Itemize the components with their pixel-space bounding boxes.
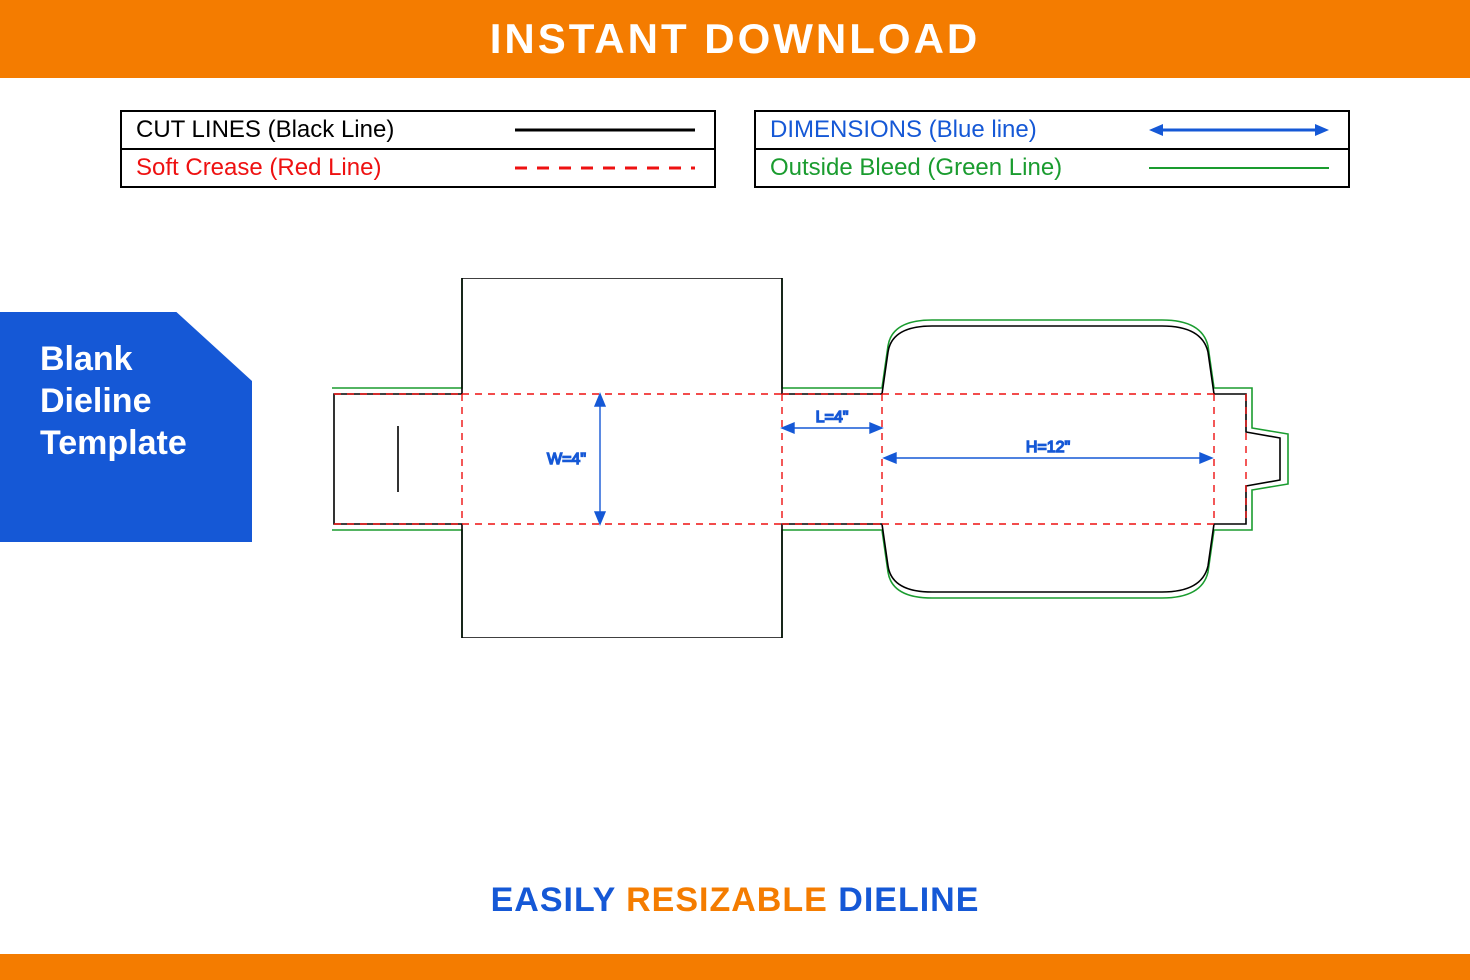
side-tab-line2: Dieline: [40, 380, 252, 422]
dim-W-label: W=4": [547, 451, 586, 468]
header-banner: INSTANT DOWNLOAD: [0, 0, 1470, 78]
legend-sample-arrow-blue: [1144, 112, 1334, 148]
legend-sample-solid-green: [1144, 150, 1334, 186]
crease-lines: [334, 394, 1246, 524]
legend-row-bleed: Outside Bleed (Green Line): [756, 148, 1348, 186]
legend: CUT LINES (Black Line) Soft Crease (Red …: [120, 110, 1350, 188]
footer-banner: [0, 954, 1470, 980]
legend-sample-solid-black: [510, 112, 700, 148]
dim-L-label: L=4": [816, 409, 849, 426]
subtitle: EASILY RESIZABLE DIELINE: [0, 881, 1470, 920]
dieline-diagram: W=4" L=4" H=12": [332, 278, 1292, 643]
subtitle-word-3: DIELINE: [838, 881, 979, 919]
header-title: INSTANT DOWNLOAD: [490, 15, 981, 63]
legend-sample-dashed-red: [510, 150, 700, 186]
legend-label-bleed: Outside Bleed (Green Line): [770, 154, 1144, 182]
legend-label-cut: CUT LINES (Black Line): [136, 116, 510, 144]
side-tab-line3: Template: [40, 422, 252, 464]
dimension-annotations: W=4" L=4" H=12": [547, 394, 1212, 524]
side-tab-line1: Blank: [40, 338, 252, 380]
legend-label-dimensions: DIMENSIONS (Blue line): [770, 116, 1144, 144]
legend-row-dimensions: DIMENSIONS (Blue line): [756, 112, 1348, 148]
subtitle-word-1: EASILY: [491, 881, 616, 919]
legend-row-soft-crease: Soft Crease (Red Line): [122, 148, 714, 186]
legend-left-column: CUT LINES (Black Line) Soft Crease (Red …: [120, 110, 716, 188]
legend-right-column: DIMENSIONS (Blue line) Outside Bleed (Gr…: [754, 110, 1350, 188]
dim-H-label: H=12": [1026, 439, 1070, 456]
legend-row-cut-lines: CUT LINES (Black Line): [122, 112, 714, 148]
side-tab: Blank Dieline Template: [0, 312, 252, 542]
subtitle-word-2: RESIZABLE: [626, 881, 828, 919]
legend-label-crease: Soft Crease (Red Line): [136, 154, 510, 182]
